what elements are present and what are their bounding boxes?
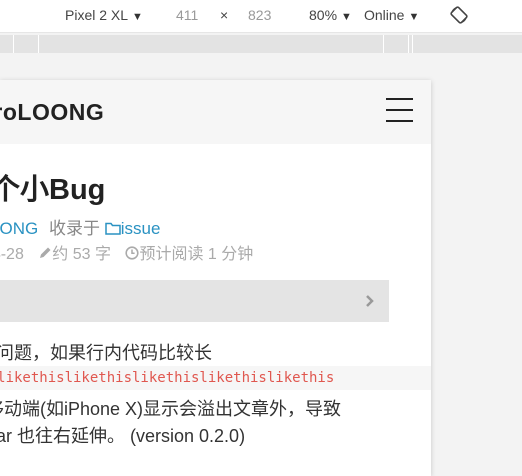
device-select[interactable]: Pixel 2 XL ▼ [65, 7, 143, 23]
post-title: 一个小Bug [0, 174, 106, 206]
site-brand[interactable]: NeroLOONG [0, 99, 104, 126]
rotate-icon[interactable] [449, 5, 469, 25]
category-link[interactable]: issue [104, 219, 161, 238]
chevron-down-icon: ▼ [408, 11, 420, 23]
dimension-separator: × [220, 7, 229, 23]
zoom-value: 80% [309, 7, 338, 23]
media-query-ruler[interactable] [0, 35, 522, 53]
ruler-tick [38, 35, 39, 53]
toc-toggle[interactable] [0, 280, 389, 322]
chevron-right-icon [366, 295, 374, 307]
inline-code: thislikethislikethislikethislikethislike… [0, 366, 431, 390]
pencil-icon [40, 247, 51, 258]
device-viewport: NeroLOONG 一个小Bug NeroLOONG 收录于 issue 202… [0, 80, 431, 476]
post-meta-info: 2020-04-28 约 53 字 预计阅读 1 分钟 [0, 240, 253, 264]
network-throttle-select[interactable]: Online ▼ [364, 7, 419, 23]
collected-label: 收录于 [48, 219, 100, 238]
site-header: NeroLOONG [0, 80, 431, 144]
chevron-down-icon: ▼ [132, 11, 143, 23]
network-value: Online [364, 7, 405, 23]
body-line-2: 移动端(如iPhone X)显示会溢出文章外，导致 [0, 399, 342, 419]
chevron-down-icon: ▼ [341, 11, 352, 23]
folder-icon [104, 222, 121, 235]
author-link[interactable]: NeroLOONG [0, 219, 38, 238]
width-input[interactable]: 411 [176, 7, 198, 23]
read-time: 预计阅读 1 分钟 [139, 246, 254, 263]
post-meta-author: NeroLOONG 收录于 issue [0, 214, 160, 239]
clock-icon [125, 246, 140, 260]
word-count: 约 53 字 [52, 246, 111, 263]
body-line-1: 问题，如果行内代码比较长 [0, 343, 212, 363]
ruler-tick [408, 35, 409, 53]
post-date: 2020-04-28 [0, 246, 24, 263]
devtools-device-toolbar: Pixel 2 XL ▼ 411 × 823 80% ▼ Online ▼ [0, 0, 522, 33]
device-name: Pixel 2 XL [65, 7, 129, 23]
zoom-select[interactable]: 80% ▼ [309, 7, 352, 23]
height-input[interactable]: 823 [248, 7, 271, 23]
ruler-tick [412, 35, 413, 53]
hamburger-icon[interactable] [386, 98, 413, 125]
ruler-tick [383, 35, 384, 53]
ruler-tick [13, 35, 14, 53]
category-label: issue [120, 219, 161, 238]
inline-code-text: thislikethislikethislikethislikethislike… [0, 370, 335, 386]
body-line-3: bar 也往右延伸。 (version 0.2.0) [0, 426, 246, 446]
